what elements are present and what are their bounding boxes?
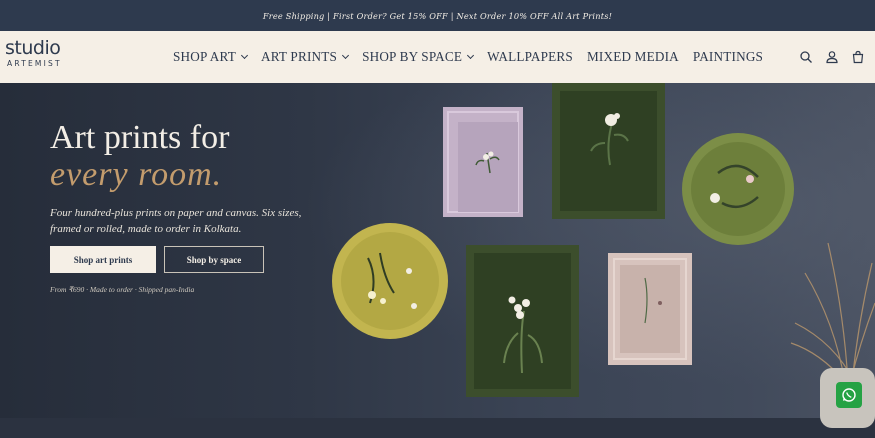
nav-paintings[interactable]: PAINTINGS bbox=[693, 49, 763, 65]
nav-label: ART PRINTS bbox=[260, 49, 338, 64]
hero-meta-text: From ₹690 · Made to order · Shipped pan-… bbox=[50, 285, 195, 294]
brand-sub: ARTEMIST bbox=[7, 59, 62, 68]
site-header: studio ARTEMIST SHOP ART ART PRINTS SHOP… bbox=[0, 31, 875, 83]
brand-logo[interactable]: studio ARTEMIST bbox=[5, 39, 81, 75]
nav-art-prints[interactable]: ART PRINTS bbox=[260, 49, 350, 65]
nav-shop-art[interactable]: SHOP ART bbox=[173, 49, 249, 65]
whatsapp-chat-button[interactable] bbox=[836, 382, 862, 408]
brand-word: studio bbox=[5, 37, 61, 59]
header-icons bbox=[799, 31, 865, 83]
shop-by-space-button[interactable]: Shop by space bbox=[164, 246, 264, 273]
chevron-down-icon bbox=[467, 51, 475, 60]
whatsapp-icon bbox=[842, 388, 856, 402]
artwork-yellow-plate bbox=[332, 223, 448, 339]
artwork-pink-frame bbox=[608, 253, 692, 365]
nav-shop-by-space[interactable]: SHOP BY SPACE bbox=[362, 49, 475, 65]
hero-title-accent: every room. bbox=[50, 156, 223, 193]
nav-label: WALLPAPERS bbox=[487, 49, 573, 64]
nav-wallpapers[interactable]: WALLPAPERS bbox=[487, 49, 573, 65]
artwork-green-plate bbox=[682, 133, 794, 245]
artwork-green-frame-tall bbox=[552, 83, 665, 219]
artwork-lavender-frame bbox=[443, 107, 523, 217]
main-nav: SHOP ART ART PRINTS SHOP BY SPACE WALLPA… bbox=[173, 31, 777, 83]
search-icon[interactable] bbox=[799, 50, 813, 64]
chevron-down-icon bbox=[342, 51, 350, 60]
nav-label: SHOP BY SPACE bbox=[362, 49, 463, 64]
artwork-green-frame-bottom bbox=[466, 245, 579, 397]
nav-label: SHOP ART bbox=[173, 49, 236, 64]
hero-banner: Art prints for every room. Four hundred-… bbox=[0, 83, 875, 438]
nav-label: MIXED MEDIA bbox=[586, 49, 679, 64]
account-icon[interactable] bbox=[825, 50, 839, 64]
shop-art-prints-button[interactable]: Shop art prints bbox=[50, 246, 156, 273]
cart-icon[interactable] bbox=[851, 50, 865, 64]
hero-description: Four hundred-plus prints on paper and ca… bbox=[50, 207, 302, 235]
chevron-down-icon bbox=[240, 51, 249, 60]
nav-label: PAINTINGS bbox=[692, 49, 764, 64]
hero-title: Art prints for bbox=[50, 119, 230, 156]
announcement-bar: Free Shipping | First Order? Get 15% OFF… bbox=[0, 0, 875, 31]
nav-mixed-media[interactable]: MIXED MEDIA bbox=[587, 49, 679, 65]
announcement-text: Free Shipping | First Order? Get 15% OFF… bbox=[262, 10, 613, 21]
